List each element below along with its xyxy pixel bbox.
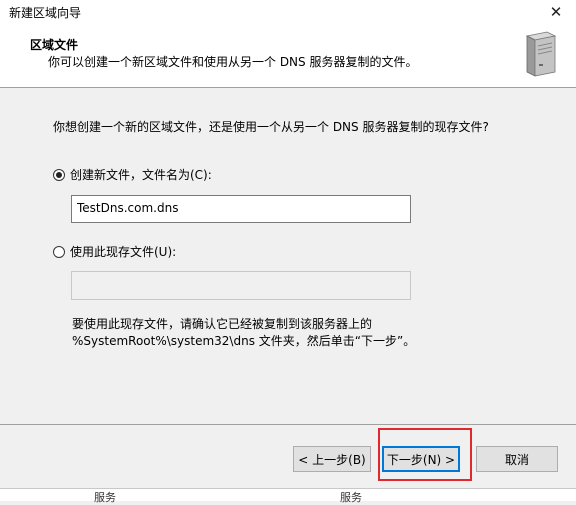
radio-use-existing[interactable] bbox=[53, 245, 65, 258]
close-icon: ✕ bbox=[549, 3, 563, 21]
note-line-2: %SystemRoot%\system32\dns 文件夹，然后单击“下一步”。 bbox=[72, 334, 416, 348]
page-title: 区域文件 bbox=[30, 38, 79, 52]
server-icon bbox=[525, 31, 557, 77]
note-line-1: 要使用此现存文件，请确认它已经被复制到该服务器上的 bbox=[72, 317, 373, 331]
next-button[interactable]: 下一步(N) > bbox=[382, 446, 460, 472]
new-file-name-field[interactable]: TestDns.com.dns bbox=[71, 195, 411, 223]
background-column-2: 服务 bbox=[340, 491, 362, 504]
page-subtitle: 你可以创建一个新区域文件和使用从另一个 DNS 服务器复制的文件。 bbox=[48, 55, 418, 69]
existing-file-field[interactable] bbox=[71, 271, 411, 300]
option-use-existing-label: 使用此现存文件(U): bbox=[70, 245, 177, 259]
background-window-strip bbox=[0, 488, 576, 501]
title-bar: 新建区域向导 ✕ bbox=[0, 0, 576, 24]
back-button[interactable]: < 上一步(B) bbox=[293, 446, 371, 472]
existing-file-note: 要使用此现存文件，请确认它已经被复制到该服务器上的 %SystemRoot%\s… bbox=[72, 316, 415, 350]
question-text: 你想创建一个新的区域文件，还是使用一个从另一个 DNS 服务器复制的现存文件? bbox=[53, 120, 489, 134]
background-column-1: 服务 bbox=[94, 491, 116, 504]
option-create-new-label: 创建新文件，文件名为(C): bbox=[70, 168, 212, 182]
radio-dot bbox=[56, 171, 62, 178]
footer-divider bbox=[0, 424, 576, 425]
close-button[interactable]: ✕ bbox=[536, 0, 576, 24]
cancel-button[interactable]: 取消 bbox=[476, 446, 558, 472]
wizard-header: 区域文件 你可以创建一个新区域文件和使用从另一个 DNS 服务器复制的文件。 bbox=[0, 24, 576, 88]
window-title: 新建区域向导 bbox=[9, 6, 82, 20]
option-use-existing-file[interactable]: 使用此现存文件(U): bbox=[53, 243, 176, 260]
option-create-new-file[interactable]: 创建新文件，文件名为(C): bbox=[53, 166, 212, 183]
new-zone-wizard-dialog: 新建区域向导 ✕ 区域文件 你可以创建一个新区域文件和使用从另一个 DNS 服务… bbox=[0, 0, 576, 504]
radio-create-new[interactable] bbox=[53, 168, 65, 181]
